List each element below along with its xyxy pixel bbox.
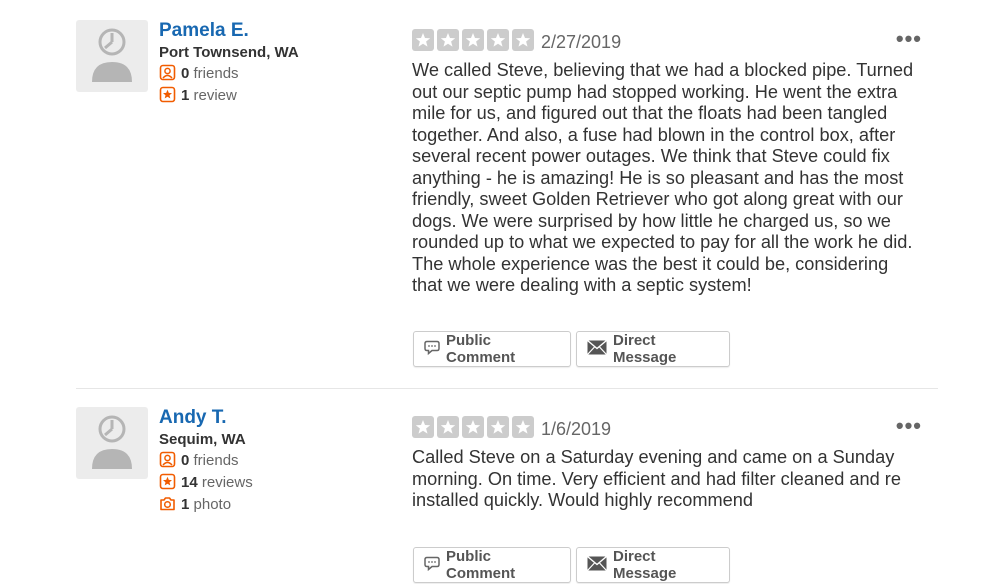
star-icon	[462, 416, 484, 438]
direct-message-button[interactable]: Direct Message	[576, 547, 730, 583]
review-text: Called Steve on a Saturday evening and c…	[412, 447, 901, 510]
photos-count: 1 photo	[159, 495, 231, 515]
star-icon	[412, 29, 434, 51]
friends-label: friends	[193, 65, 239, 82]
star-review-icon	[159, 86, 176, 103]
review-date: 2/27/2019	[541, 32, 622, 52]
star-icon	[462, 29, 484, 51]
more-options-button[interactable]: •••	[896, 415, 922, 437]
avatar[interactable]	[76, 20, 148, 92]
star-review-icon	[159, 473, 176, 490]
reviews-count: 14 reviews	[159, 473, 253, 493]
user-name-link[interactable]: Pamela E.	[159, 20, 249, 42]
star-icon	[437, 416, 459, 438]
avatar[interactable]	[76, 407, 148, 479]
public-comment-button[interactable]: Public Comment	[413, 331, 571, 367]
review-divider	[76, 388, 938, 389]
friends-count: 0 friends	[159, 451, 239, 471]
photos-label: photo	[193, 496, 232, 513]
reviews-number: 14	[181, 474, 198, 491]
review-item: Pamela E. Port Townsend, WA 0 friends 1 …	[76, 20, 938, 380]
friends-number: 0	[181, 65, 190, 82]
star-rating	[412, 29, 537, 51]
public-comment-label: Public Comment	[446, 332, 516, 366]
reviews-number: 1	[181, 87, 190, 104]
direct-message-button[interactable]: Direct Message	[576, 331, 730, 367]
star-icon	[487, 29, 509, 51]
star-icon	[412, 416, 434, 438]
friends-icon	[159, 64, 176, 81]
public-comment-label: Public Comment	[446, 548, 516, 582]
star-icon	[487, 416, 509, 438]
review-date: 1/6/2019	[541, 419, 612, 439]
default-user-icon	[92, 415, 132, 469]
direct-message-label: Direct Message	[613, 332, 677, 366]
speech-bubble-icon	[424, 340, 440, 359]
default-user-icon	[92, 28, 132, 82]
reviews-count: 1 review	[159, 86, 237, 106]
speech-bubble-icon	[424, 556, 440, 575]
user-name-link[interactable]: Andy T.	[159, 407, 227, 429]
friends-number: 0	[181, 452, 190, 469]
friends-label: friends	[193, 452, 239, 469]
review-text: We called Steve, believing that we had a…	[412, 60, 914, 295]
reviews-label: review	[193, 87, 237, 104]
camera-icon	[159, 495, 176, 512]
star-icon	[437, 29, 459, 51]
envelope-icon	[587, 339, 607, 359]
public-comment-button[interactable]: Public Comment	[413, 547, 571, 583]
review-item: Andy T. Sequim, WA 0 friends 14 reviews …	[76, 407, 938, 584]
friends-icon	[159, 451, 176, 468]
direct-message-label: Direct Message	[613, 548, 677, 582]
star-rating	[412, 416, 537, 438]
star-icon	[512, 29, 534, 51]
reviews-label: reviews	[201, 474, 253, 491]
more-options-button[interactable]: •••	[896, 28, 922, 50]
user-location: Port Townsend, WA	[159, 44, 299, 61]
envelope-icon	[587, 555, 607, 575]
photos-number: 1	[181, 496, 190, 513]
user-location: Sequim, WA	[159, 431, 246, 448]
friends-count: 0 friends	[159, 64, 239, 84]
star-icon	[512, 416, 534, 438]
